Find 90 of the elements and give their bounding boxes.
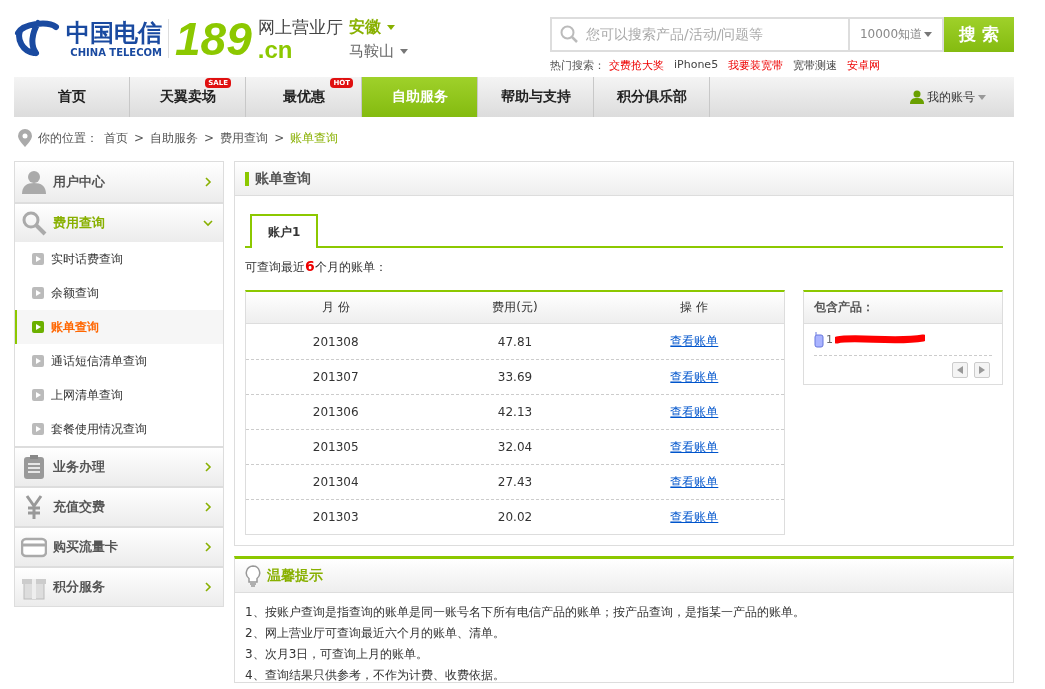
hot-search-link[interactable]: 交费抢大奖 [609,57,664,73]
tip-text: 3、次月3日，可查询上月的账单。 [245,647,430,661]
tip-text: 4、查询结果只供参考，不作为计费、收费依据。 [245,668,506,682]
breadcrumb-current: 账单查询 [290,129,339,147]
play-square-icon [32,423,44,435]
triangle-right-icon [979,366,985,374]
caret-icon [978,94,986,100]
table-cell-text: 201308 [311,334,360,349]
logo-domain: .cn [257,39,294,61]
search-field[interactable]: 您可以搜索产品/活动/问题等 [550,16,848,52]
chevron-right-icon [203,582,213,592]
play-square-icon [32,253,44,265]
hot-search-link[interactable]: iPhone5 [674,57,719,73]
next-page-button[interactable] [974,362,990,378]
column-header: 月 份 [320,299,351,316]
caret-icon [386,24,395,30]
table-cell-text: 201305 [311,440,360,454]
site-name: 网上营业厅 [257,16,343,39]
search-scope-dropdown[interactable]: 10000知道 [848,16,944,52]
table-cell-text: 201303 [311,510,360,524]
product-number: 1 [826,333,833,346]
breadcrumb-label: 你的位置： [38,129,98,147]
chevron-right-icon [203,502,213,512]
hot-search-label: 热门搜索： [550,57,605,73]
view-bill-link[interactable]: 查看账单 [670,438,719,456]
tip-text: 1、按账户查询是指查询的账单是同一账号名下所有电信产品的账单；按产品查询，是指某一产品的账单。 [245,605,806,619]
view-bill-link[interactable]: 查看账单 [670,473,719,491]
table-cell-text: 42.13 [496,405,534,419]
breadcrumb-separator: > [274,131,285,145]
account-menu[interactable]: 我的账号 [910,77,1014,117]
tip-text: 2、网上营业厅可查询最近六个月的账单、清单。 [245,626,506,640]
table-cell-text: 201307 [311,370,360,384]
chevron-right-icon [203,462,213,472]
breadcrumb-link[interactable]: 首页 [104,129,128,147]
view-bill-link[interactable]: 查看账单 [670,508,719,526]
user-icon [21,169,47,195]
breadcrumb-separator: > [134,131,145,145]
column-header: 操 作 [679,299,710,316]
play-square-icon [32,321,44,333]
table-cell-text: 32.04 [496,440,534,454]
table-cell-text: 47.81 [496,334,534,349]
panel-title: 温馨提示 [267,566,323,585]
brand-english-name: CHINA TELECOM [70,47,162,58]
panel-title: 账单查询 [255,169,311,188]
search-icon [560,24,578,43]
sidebar-section-header[interactable]: 购买流量卡 [15,526,223,566]
table-cell-text: 201306 [311,405,360,419]
logo-number: 189 [175,15,252,62]
caret-icon [399,48,408,54]
title-accent-bar [245,171,249,186]
sidebar-section-header[interactable]: 充值交费 [15,486,223,526]
chevron-right-icon [203,177,213,187]
account-tab[interactable]: 账户1 [250,214,319,248]
table-cell-text: 201304 [311,475,360,489]
breadcrumb-link[interactable]: 自助服务 [150,129,199,147]
hot-search-link[interactable]: 安卓网 [847,57,881,73]
play-square-icon [32,355,44,367]
play-square-icon [32,287,44,299]
column-header: 费用(元) [491,299,539,316]
breadcrumb-separator: > [204,131,215,145]
nav-tab[interactable]: 积分俱乐部 [594,77,710,117]
search-icon [21,210,47,236]
table-cell-text: 33.69 [496,370,534,384]
chevron-right-icon [203,542,213,552]
nav-tab[interactable]: 帮助与支持 [478,77,594,117]
location-pin-icon [18,129,32,147]
light-bulb-icon [245,564,261,587]
view-bill-link[interactable]: 查看账单 [670,333,719,350]
caret-icon [924,31,933,37]
nav-tab[interactable]: 首页 [14,77,130,117]
brand-name: 中国电信 [66,19,162,47]
breadcrumb-link[interactable]: 费用查询 [220,129,269,147]
sidebar-section-header[interactable]: 积分服务 [15,566,223,606]
hot-search-link[interactable]: 宽带测速 [793,57,838,73]
view-bill-link[interactable]: 查看账单 [670,368,719,386]
chevron-down-icon [203,218,213,228]
sidebar-section-header[interactable]: 业务办理 [15,446,223,486]
hot-search-link[interactable]: 我要装宽带 [728,57,784,73]
user-icon [910,90,924,104]
table-cell-text: 27.43 [496,475,534,489]
clipboard-icon [21,454,47,480]
mobile-phone-icon [814,331,824,348]
city-selector[interactable]: 马鞍山 [348,41,408,61]
table-cell-text: 20.02 [496,510,534,524]
previous-page-button[interactable] [952,362,968,378]
bill-range-note: 可查询最近6个月的账单： [245,258,388,276]
view-bill-link[interactable]: 查看账单 [670,403,719,421]
telecom-logo-icon [14,18,60,59]
triangle-left-icon [957,366,963,374]
play-square-icon [32,389,44,401]
